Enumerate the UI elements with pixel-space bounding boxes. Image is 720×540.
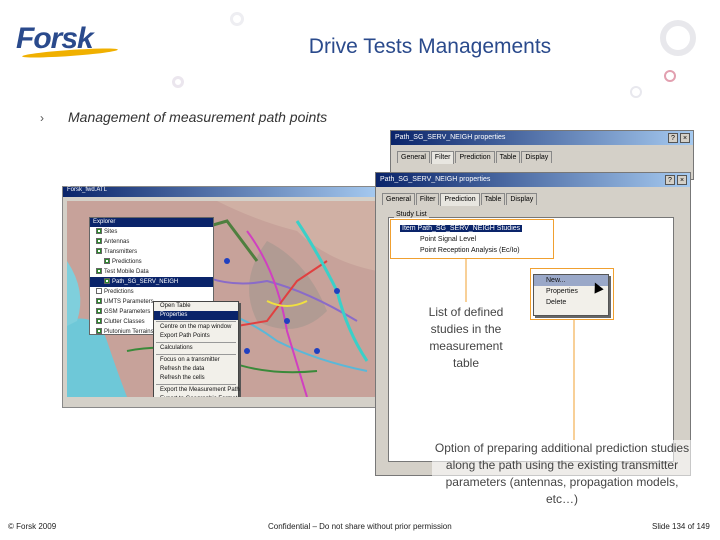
tree-item[interactable]: Antennas: [90, 237, 213, 247]
checkbox-icon[interactable]: [96, 298, 102, 305]
decorative-circle: [664, 70, 676, 82]
menu-separator: [156, 384, 236, 385]
tree-item[interactable]: Test Mobile Data: [90, 267, 213, 277]
map-window-titlebar: Forsk_fwd.ATL: [63, 187, 379, 197]
map-canvas[interactable]: Explorer Sites Antennas Transmitters Predic…: [67, 201, 377, 397]
menu-separator: [156, 342, 236, 343]
tree-item-label: GSM Parameters: [104, 309, 151, 315]
tree-item-label: Plutonium Terrains: [104, 329, 154, 335]
context-menu-item[interactable]: Export Path Points: [154, 332, 238, 341]
slide: Forsk Drive Tests Managements › Manageme…: [0, 0, 720, 540]
tree-item-label: Predictions: [112, 259, 142, 265]
tree-item[interactable]: Sites: [90, 227, 213, 237]
checkbox-icon[interactable]: [96, 238, 102, 245]
checkbox-icon[interactable]: [96, 268, 102, 275]
tree-item-label: Antennas: [104, 239, 130, 245]
dialog-tabs: General Filter Prediction Table Display: [382, 193, 538, 206]
tree-item-label: Path_SG_SERV_NEIGH: [112, 279, 179, 285]
close-button[interactable]: ×: [680, 133, 690, 143]
tree-item[interactable]: Predictions: [90, 287, 213, 297]
checkbox-icon[interactable]: [96, 328, 102, 335]
study-highlight-box: [390, 219, 554, 259]
decorative-circle: [630, 86, 642, 98]
context-menu-item[interactable]: Export the Measurement Path: [154, 386, 240, 395]
tab-table[interactable]: Table: [480, 193, 506, 205]
footer-confidential: Confidential – Do not share without prio…: [268, 522, 452, 531]
dialog-title: Path_SG_SERV_NEIGH properties: [376, 173, 690, 187]
tab-display[interactable]: Display: [521, 151, 553, 163]
menu-separator: [156, 321, 236, 322]
dialog-back-title: Path_SG_SERV_NEIGH properties: [391, 131, 693, 145]
tree-item-label: Test Mobile Data: [104, 269, 149, 275]
decorative-circle: [172, 76, 184, 88]
checkbox-icon[interactable]: [104, 278, 110, 285]
option-callout: Option of preparing additional predictio…: [432, 440, 692, 508]
tab-table[interactable]: Table: [495, 151, 521, 163]
map-window-title: Forsk_fwd.ATL: [67, 187, 107, 193]
checkbox-icon[interactable]: [96, 228, 102, 235]
tree-item-label: Predictions: [104, 289, 134, 295]
tab-general[interactable]: General: [382, 193, 415, 205]
popup-menu-item[interactable]: Delete: [534, 297, 608, 308]
tree-item-label: UMTS Parameters: [104, 299, 154, 305]
checkbox-icon[interactable]: [96, 318, 102, 325]
tab-prediction[interactable]: Prediction: [455, 151, 495, 163]
page-title: Drive Tests Managements: [308, 35, 552, 58]
help-button[interactable]: ?: [668, 133, 678, 143]
checkbox-icon[interactable]: [96, 308, 102, 315]
help-button[interactable]: ?: [665, 175, 675, 185]
decorative-circle: [230, 12, 244, 26]
context-menu-item[interactable]: Refresh the cells: [154, 374, 238, 383]
tree-item[interactable]: Path_SG_SERV_NEIGH: [90, 277, 213, 287]
checkbox-icon[interactable]: [96, 248, 102, 255]
map-window: Forsk_fwd.ATL Explorer Sites Antennas Tr…: [62, 186, 380, 408]
dialog-back-tabs: General Filter Prediction Table Display: [397, 151, 553, 164]
context-menu-item[interactable]: Focus on a transmitter: [154, 356, 238, 365]
context-menu: Open Table Properties Centre on the map wi…: [153, 301, 240, 397]
context-menu-item[interactable]: Centre on the map window: [154, 323, 238, 332]
close-button[interactable]: ×: [677, 175, 687, 185]
tree-item-label: Sites: [104, 229, 118, 235]
tab-display[interactable]: Display: [506, 193, 538, 205]
tab-general[interactable]: General: [397, 151, 430, 163]
bullet-text: Management of measurement path points: [68, 109, 328, 125]
studies-callout: List of defined studies in the measureme…: [428, 305, 504, 370]
tab-prediction[interactable]: Prediction: [440, 193, 480, 206]
context-menu-item[interactable]: Open Table: [154, 302, 238, 311]
tree-item[interactable]: Predictions: [90, 257, 213, 267]
tab-filter[interactable]: Filter: [415, 193, 440, 205]
tree-item-label: Clutter Classes: [104, 319, 145, 325]
menu-separator: [156, 354, 236, 355]
explorer-title: Explorer: [90, 218, 213, 227]
checkbox-icon[interactable]: [104, 258, 110, 265]
decorative-circle: [660, 20, 696, 56]
chevron-right-icon: ›: [40, 111, 44, 125]
footer-slide-number: Slide 134 of 149: [652, 522, 710, 531]
context-menu-item[interactable]: Properties: [154, 311, 238, 320]
footer-copyright: © Forsk 2009: [8, 522, 57, 531]
context-menu-item[interactable]: Export to Geographic Format: [154, 395, 238, 397]
tab-filter[interactable]: Filter: [430, 151, 455, 164]
context-menu-item[interactable]: Calculations: [154, 344, 238, 353]
context-menu-item[interactable]: Refresh the data: [154, 365, 238, 374]
checkbox-icon[interactable]: [96, 288, 102, 295]
tree-item[interactable]: Transmitters: [90, 247, 213, 257]
tree-item-label: Transmitters: [104, 249, 138, 255]
study-list-label: Study List: [394, 211, 429, 218]
